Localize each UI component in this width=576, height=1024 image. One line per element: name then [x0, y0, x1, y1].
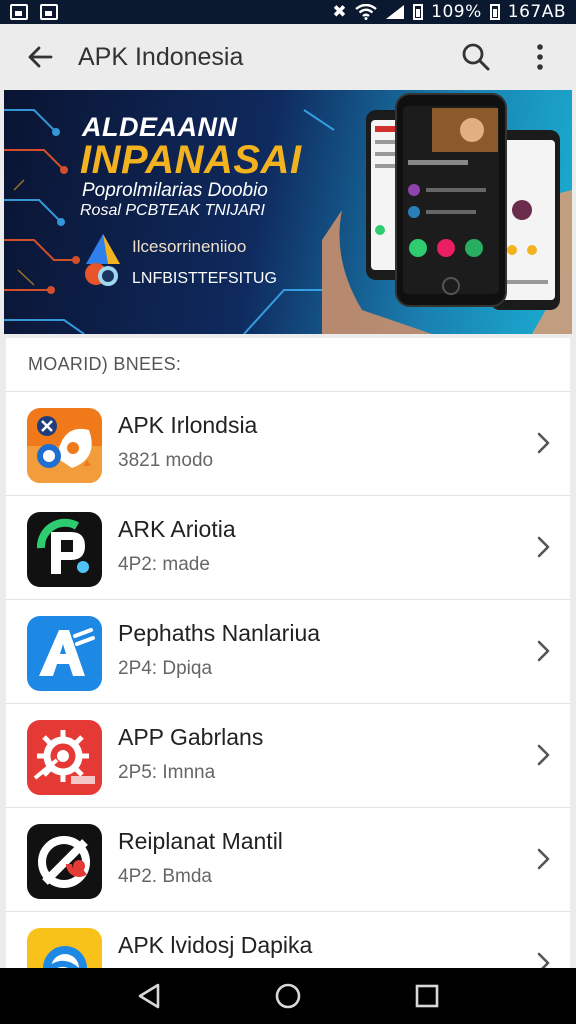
list-item[interactable]: APP Gabrlans 2P5: Imnna [6, 704, 570, 808]
more-vertical-icon [537, 44, 543, 70]
app-name: APP Gabrlans [118, 724, 264, 750]
banner-tagline: LNFBISTTEFSITUG [132, 270, 277, 287]
nav-recents-button[interactable] [403, 972, 451, 1020]
nav-home-button[interactable] [264, 972, 312, 1020]
battery-percentage: 109% [431, 2, 482, 22]
signal-icon [386, 5, 405, 19]
status-bar: ✖ 109% 167AB [0, 0, 576, 24]
gear-icon [27, 720, 102, 795]
list-item[interactable]: ARK Ariotia 4P2: made [6, 496, 570, 600]
nav-home-icon [275, 983, 301, 1009]
mute-icon: ✖ [332, 2, 348, 22]
app-name: Reiplanat Mantil [118, 828, 283, 854]
chevron-right-icon [537, 432, 550, 454]
image-notification-icon [40, 4, 58, 20]
system-nav-bar [0, 968, 576, 1024]
more-options-button[interactable] [512, 29, 568, 85]
app-meta: 3821 modo [118, 450, 214, 471]
app-name: APK lvidosj Dapika [118, 932, 313, 958]
app-meta: 4P2: made [118, 554, 210, 575]
chevron-right-icon [537, 640, 550, 662]
search-icon [462, 43, 490, 71]
section-header: MOARID) BNEES: [6, 338, 570, 392]
banner-subtitle-line1: Poprolmilarias Doobio [82, 180, 268, 201]
chevron-right-icon [537, 744, 550, 766]
status-indicators: ✖ 109% 167AB [332, 2, 566, 22]
list-item[interactable]: APK lvidosj Dapika [6, 912, 570, 968]
wifi-icon [355, 4, 377, 20]
app-meta: 2P5: Imnna [118, 762, 216, 783]
battery-icon [413, 4, 424, 20]
orange-game-icon [27, 408, 102, 483]
list-item[interactable]: Pephaths Nanlariua 2P4: Dpiqa [6, 600, 570, 704]
p-letter-icon [27, 512, 102, 587]
chevron-right-icon [537, 848, 550, 870]
page-title: APK Indonesia [78, 42, 244, 71]
clock: 167AB [507, 2, 566, 22]
app-name: APK Irlondsia [118, 412, 258, 438]
status-notifications [10, 4, 58, 20]
app-list: MOARID) BNEES: APK Irlondsia 3821 modo A… [6, 338, 570, 968]
banner-title-line2: INPANASAI [80, 138, 302, 182]
app-meta: 2P4: Dpiqa [118, 658, 213, 679]
a-letter-icon [27, 616, 102, 691]
nav-back-icon [139, 983, 160, 1009]
app-bar: APK Indonesia [0, 24, 576, 90]
app-meta: 4P2. Bmda [118, 866, 212, 887]
nav-recents-icon [415, 984, 438, 1008]
promo-banner[interactable]: ALDEAANN INPANASAI Poprolmilarias Doobio… [4, 90, 572, 334]
banner-subtitle-line2: Rosal PCBTEAK TNIJARI [80, 202, 265, 219]
arrow-left-icon [28, 46, 53, 68]
chevron-right-icon [537, 536, 550, 558]
swirl-icon [27, 928, 102, 968]
chevron-right-icon [537, 952, 550, 968]
search-button[interactable] [448, 29, 504, 85]
app-name: ARK Ariotia [118, 516, 236, 542]
brand-logo-icon [85, 234, 120, 286]
phones-illustration [322, 93, 572, 334]
banner-brand: Ilcesorrineniioo [132, 237, 247, 256]
list-item[interactable]: APK Irlondsia 3821 modo [6, 392, 570, 496]
app-name: Pephaths Nanlariua [118, 620, 321, 646]
nav-back-button[interactable] [125, 972, 173, 1020]
list-item[interactable]: Reiplanat Mantil 4P2. Bmda [6, 808, 570, 912]
gallery-notification-icon [10, 4, 28, 20]
back-button[interactable] [12, 29, 68, 85]
block-icon [27, 824, 102, 899]
battery-full-icon [489, 4, 500, 20]
